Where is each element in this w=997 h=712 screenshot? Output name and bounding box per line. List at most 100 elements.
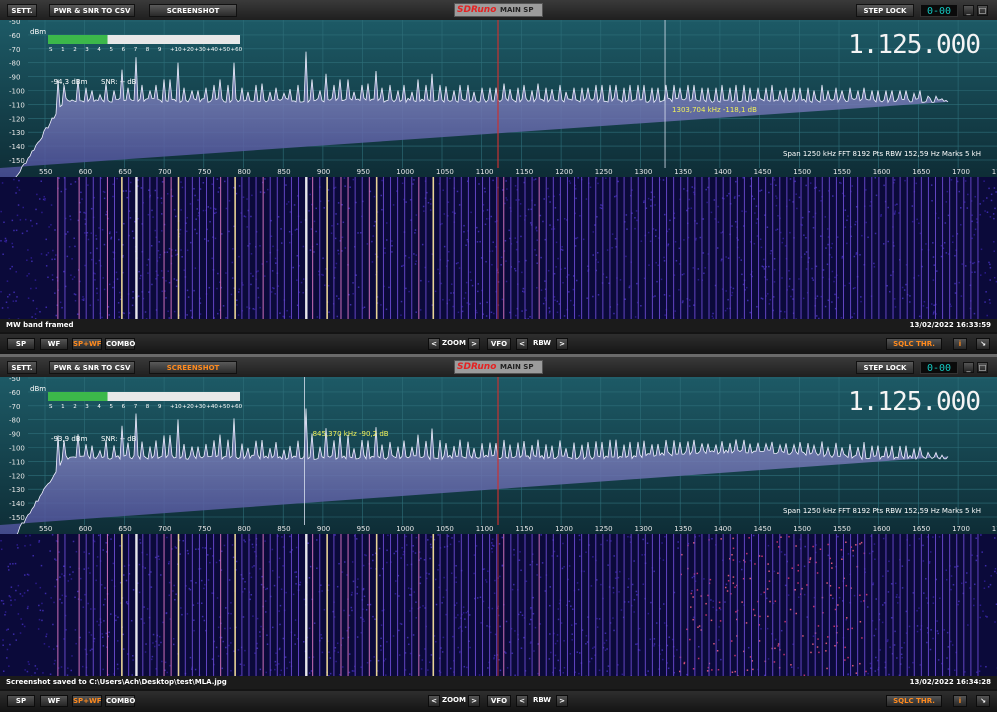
waterfall-speck	[204, 547, 207, 549]
wf-button[interactable]: WF	[40, 338, 68, 350]
pwr-snr-csv-button[interactable]: PWR & SNR TO CSV	[49, 361, 135, 374]
rbw-next-button[interactable]: >	[556, 695, 568, 707]
waterfall-speck	[491, 542, 493, 544]
zoom-prev-button[interactable]: <	[428, 338, 440, 350]
info-button[interactable]: i	[953, 338, 967, 350]
s-meter-scale-label: 3	[85, 404, 89, 410]
rbw-next-button[interactable]: >	[556, 338, 568, 350]
step-lock-button[interactable]: STEP LOCK	[856, 4, 914, 17]
waterfall-speck	[860, 300, 862, 303]
waterfall-speck	[634, 217, 636, 219]
combo-button[interactable]: COMBO	[105, 338, 135, 350]
waterfall-speck	[514, 630, 516, 632]
waterfall-speck	[553, 228, 556, 230]
waterfall-speck	[873, 543, 876, 545]
waterfall-speck	[429, 198, 432, 200]
rbw-prev-button[interactable]: <	[516, 338, 528, 350]
wf-button[interactable]: WF	[40, 695, 68, 707]
waterfall-speck	[193, 619, 195, 622]
waterfall-speck	[206, 554, 209, 556]
sp-wf-button[interactable]: SP+WF	[72, 338, 102, 350]
zoom-next-button[interactable]: >	[468, 695, 480, 707]
vfo-button[interactable]: VFO	[487, 338, 511, 350]
waterfall-speck	[493, 657, 495, 660]
waterfall-carrier	[425, 177, 427, 319]
main-sp-tab[interactable]: SDRuno MAIN SP	[454, 3, 543, 17]
resize-icon[interactable]: ↘	[976, 338, 990, 350]
info-button[interactable]: i	[953, 695, 967, 707]
sp-button[interactable]: SP	[7, 338, 35, 350]
waterfall-carrier	[581, 177, 583, 319]
waterfall-speck	[242, 616, 245, 618]
waterfall-speck	[669, 219, 671, 222]
waterfall-speck	[7, 565, 10, 568]
waterfall-speck	[70, 669, 73, 672]
rbw-prev-button[interactable]: <	[516, 695, 528, 707]
maximize-icon[interactable]: □	[977, 5, 988, 16]
waterfall-speck	[215, 646, 218, 649]
waterfall-speck	[852, 664, 854, 667]
sqlc-thr-button[interactable]: SQLC THR.	[886, 338, 942, 350]
waterfall-speck	[271, 270, 274, 272]
pwr-snr-csv-button[interactable]: PWR & SNR TO CSV	[49, 4, 135, 17]
waterfall-speck	[851, 627, 853, 630]
waterfall-speck	[943, 242, 946, 244]
waterfall-speck	[908, 625, 911, 628]
waterfall-speck	[563, 315, 566, 317]
waterfall-speck	[455, 581, 457, 584]
x-tick-label: 600	[79, 168, 92, 176]
waterfall-speck	[805, 268, 808, 270]
sp-button[interactable]: SP	[7, 695, 35, 707]
waterfall-speck	[355, 538, 358, 540]
settings-button[interactable]: SETT.	[7, 4, 37, 17]
waterfall-speck	[259, 635, 261, 638]
waterfall-speck	[808, 561, 811, 563]
waterfall-speck	[1, 307, 4, 309]
waterfall-speck	[186, 613, 189, 615]
spectrum-plot[interactable]: -50-60-70-80-90-100-110-120-130-140-1505…	[0, 377, 997, 534]
waterfall-carrier	[106, 534, 108, 676]
waterfall-speck	[617, 576, 620, 579]
waterfall-display[interactable]	[0, 534, 997, 676]
waterfall-speck	[152, 633, 155, 636]
waterfall-speck	[158, 256, 161, 259]
waterfall-speck	[732, 287, 735, 290]
spectrum-plot[interactable]: -50-60-70-80-90-100-110-120-130-140-1505…	[0, 20, 997, 177]
y-tick-label: -100	[9, 88, 25, 96]
minimize-icon[interactable]: _	[963, 362, 974, 373]
waterfall-speck	[777, 214, 779, 217]
settings-button[interactable]: SETT.	[7, 361, 37, 374]
sp-wf-button[interactable]: SP+WF	[72, 695, 102, 707]
maximize-icon[interactable]: □	[977, 362, 988, 373]
waterfall-speck	[791, 288, 794, 291]
waterfall-display[interactable]	[0, 177, 997, 319]
vfo-button[interactable]: VFO	[487, 695, 511, 707]
screenshot-button[interactable]: SCREENSHOT	[149, 361, 237, 374]
waterfall-speck	[592, 295, 594, 298]
step-lock-button[interactable]: STEP LOCK	[856, 361, 914, 374]
minimize-icon[interactable]: _	[963, 5, 974, 16]
resize-icon[interactable]: ↘	[976, 695, 990, 707]
waterfall-carrier	[602, 177, 604, 319]
screenshot-button[interactable]: SCREENSHOT	[149, 4, 237, 17]
waterfall-speck	[692, 596, 694, 598]
waterfall-speck	[505, 197, 507, 199]
zoom-prev-button[interactable]: <	[428, 695, 440, 707]
waterfall-speck	[270, 235, 273, 238]
waterfall-speck	[578, 538, 581, 541]
sqlc-thr-button[interactable]: SQLC THR.	[886, 695, 942, 707]
waterfall-carrier	[736, 534, 738, 676]
waterfall-speck	[768, 580, 771, 582]
waterfall-speck	[316, 243, 318, 246]
s-meter-scale-label: S	[49, 404, 53, 410]
waterfall-speck	[752, 668, 754, 671]
zoom-next-button[interactable]: >	[468, 338, 480, 350]
main-sp-tab[interactable]: SDRuno MAIN SP	[454, 360, 543, 374]
waterfall-speck	[841, 255, 844, 258]
waterfall-speck	[351, 609, 353, 612]
combo-button[interactable]: COMBO	[105, 695, 135, 707]
waterfall-carrier	[319, 177, 321, 319]
waterfall-speck	[51, 258, 53, 261]
waterfall-speck	[76, 590, 79, 593]
waterfall-carrier	[64, 534, 66, 676]
